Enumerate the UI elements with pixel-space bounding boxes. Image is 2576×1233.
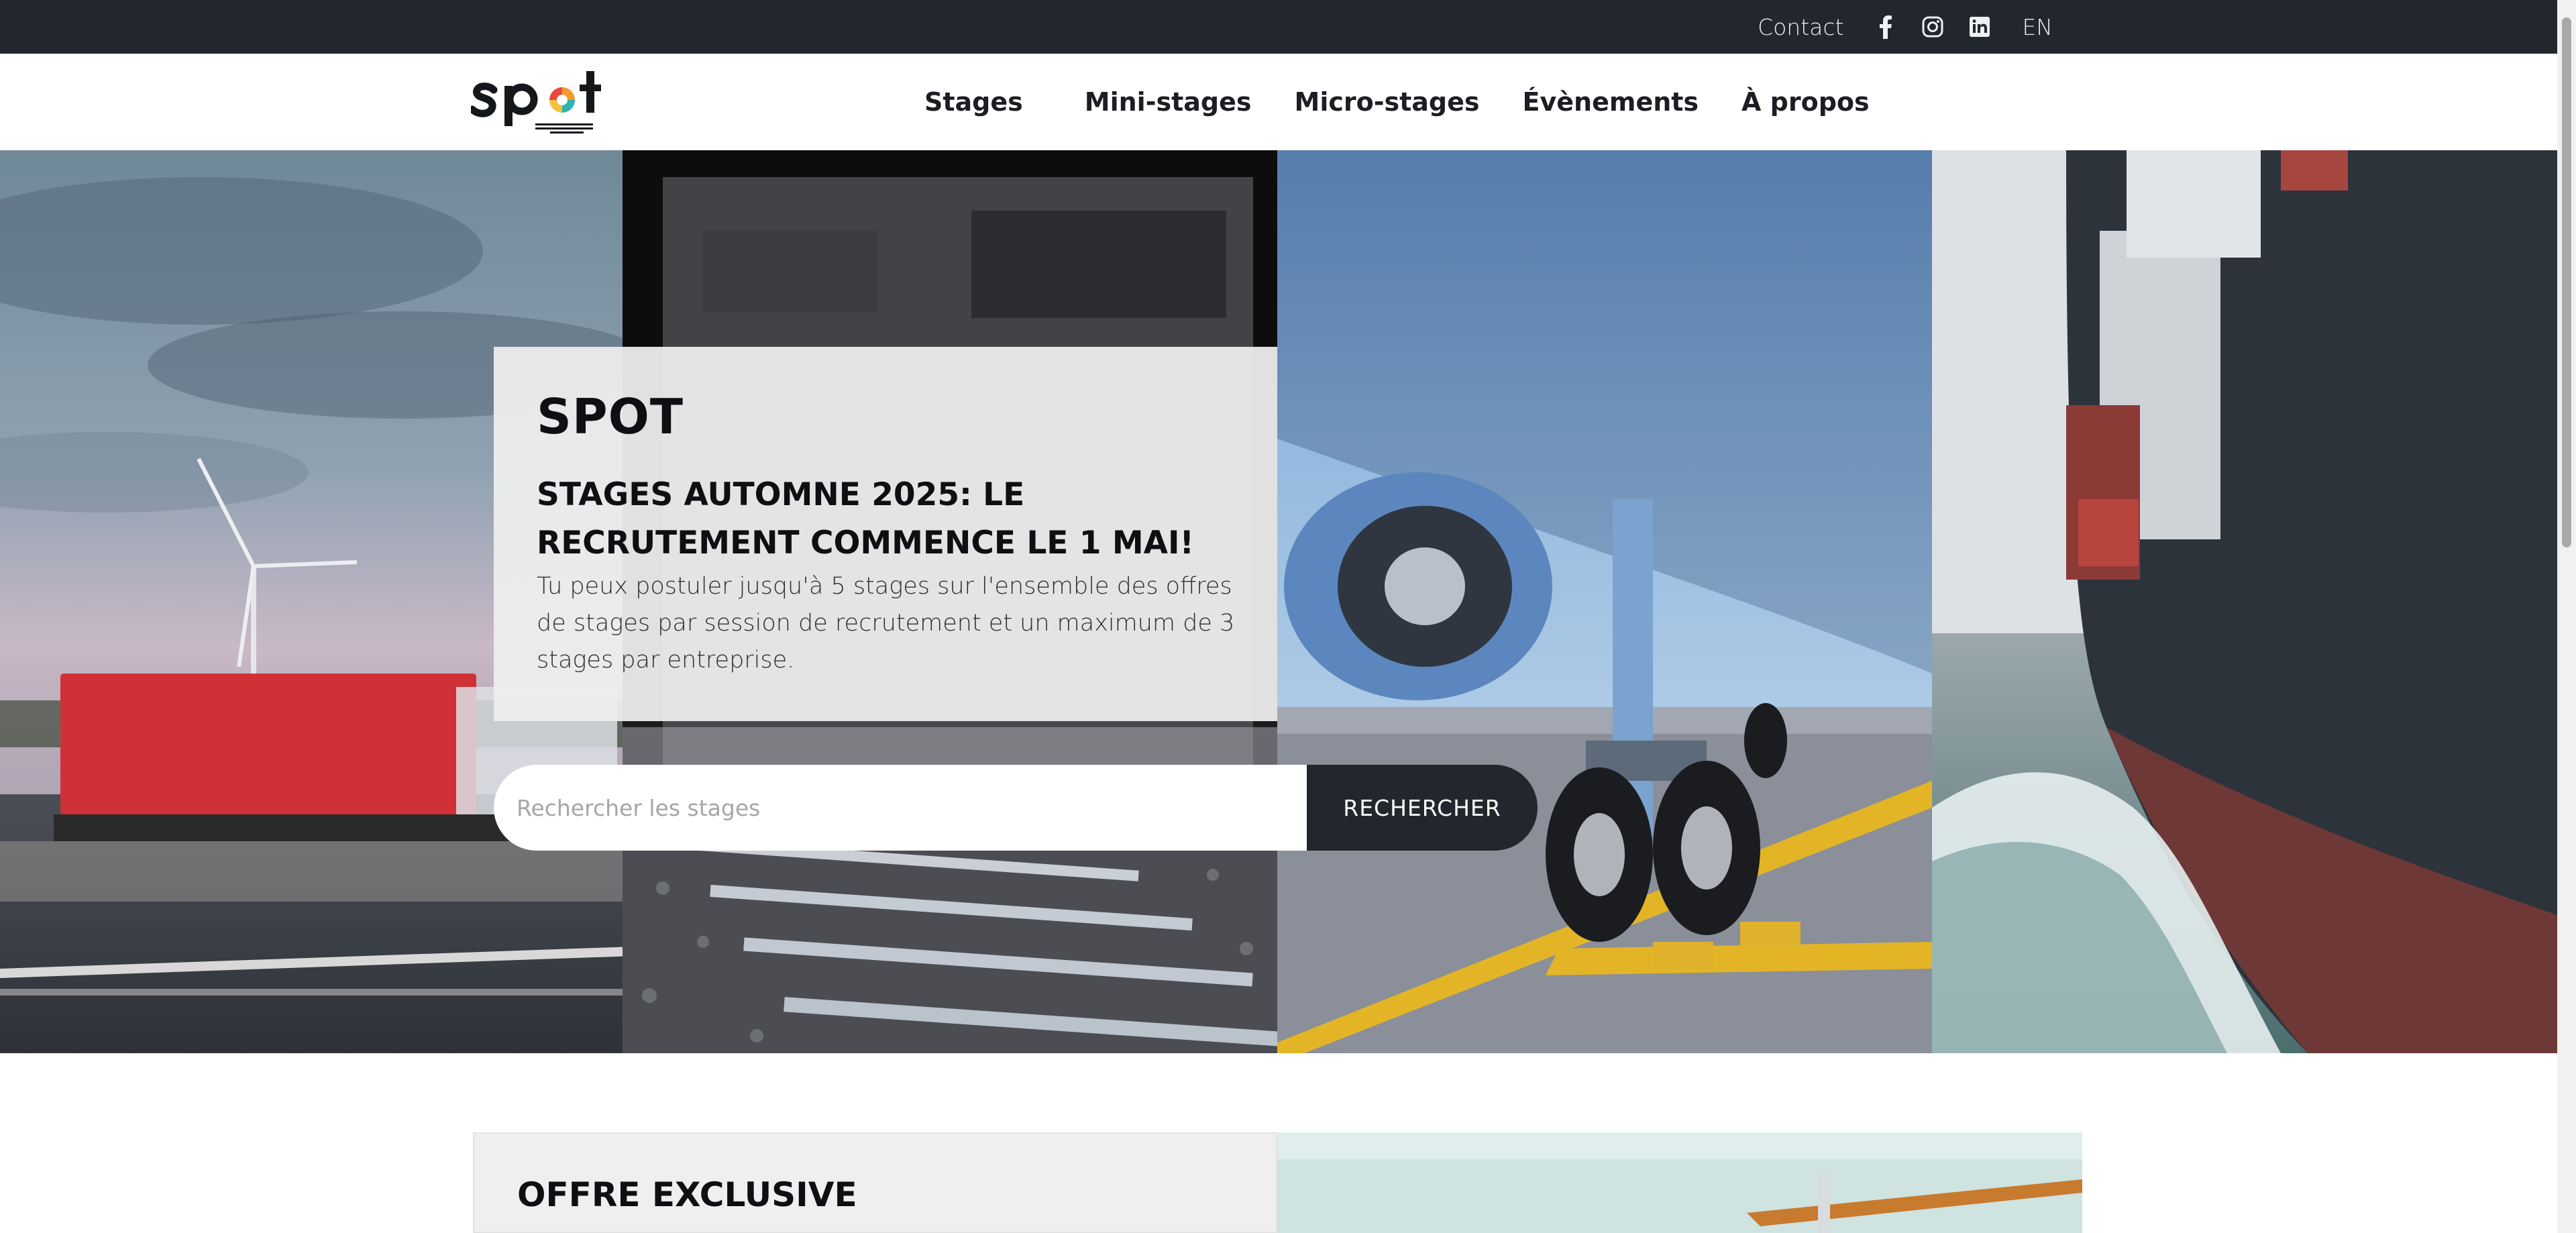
language-toggle[interactable]: EN [2022, 14, 2053, 40]
search-button[interactable]: RECHERCHER [1307, 765, 1538, 851]
offer-image [1277, 1132, 2082, 1233]
instagram-icon[interactable] [1920, 14, 1945, 40]
top-utility-bar: Contact EN [0, 0, 2557, 54]
airplane-landing-gear-photo [1277, 150, 1932, 1053]
nav-stages[interactable]: Stages [924, 87, 1023, 117]
main-header: Stages Mini-stages Micro-stages Évènemen… [0, 54, 2557, 150]
exclusive-offer-card: OFFRE EXCLUSIVE [473, 1132, 1277, 1233]
primary-nav: Stages Mini-stages Micro-stages Évènemen… [924, 54, 1913, 150]
hero-headline: STAGES AUTOMNE 2025: LE RECRUTEMENT COMM… [537, 476, 1194, 561]
contact-link[interactable]: Contact [1758, 14, 1843, 40]
spot-logo[interactable] [468, 67, 613, 137]
hero-description: Tu peux postuler jusqu'à 5 stages sur l'… [537, 573, 1235, 674]
hero-brand: SPOT [537, 388, 684, 445]
facebook-icon[interactable] [1873, 14, 1898, 40]
hero-card: SPOT STAGES AUTOMNE 2025: LE RECRUTEMENT… [494, 347, 1277, 721]
nav-evenements[interactable]: Évènements [1523, 87, 1699, 117]
nav-a-propos[interactable]: À propos [1741, 87, 1870, 117]
linkedin-icon[interactable] [1967, 14, 1992, 40]
container-ship-photo [1932, 150, 2557, 1053]
search-input[interactable] [494, 765, 1307, 851]
hero-banner: SPOT STAGES AUTOMNE 2025: LE RECRUTEMENT… [0, 150, 2557, 1053]
nav-micro-stages[interactable]: Micro-stages [1295, 87, 1480, 117]
offer-title: OFFRE EXCLUSIVE [517, 1175, 857, 1214]
scrollbar-thumb[interactable] [2562, 17, 2571, 547]
page-scrollbar[interactable] [2557, 0, 2576, 1233]
search-bar: RECHERCHER [494, 765, 1538, 851]
nav-mini-stages[interactable]: Mini-stages [1085, 87, 1252, 117]
